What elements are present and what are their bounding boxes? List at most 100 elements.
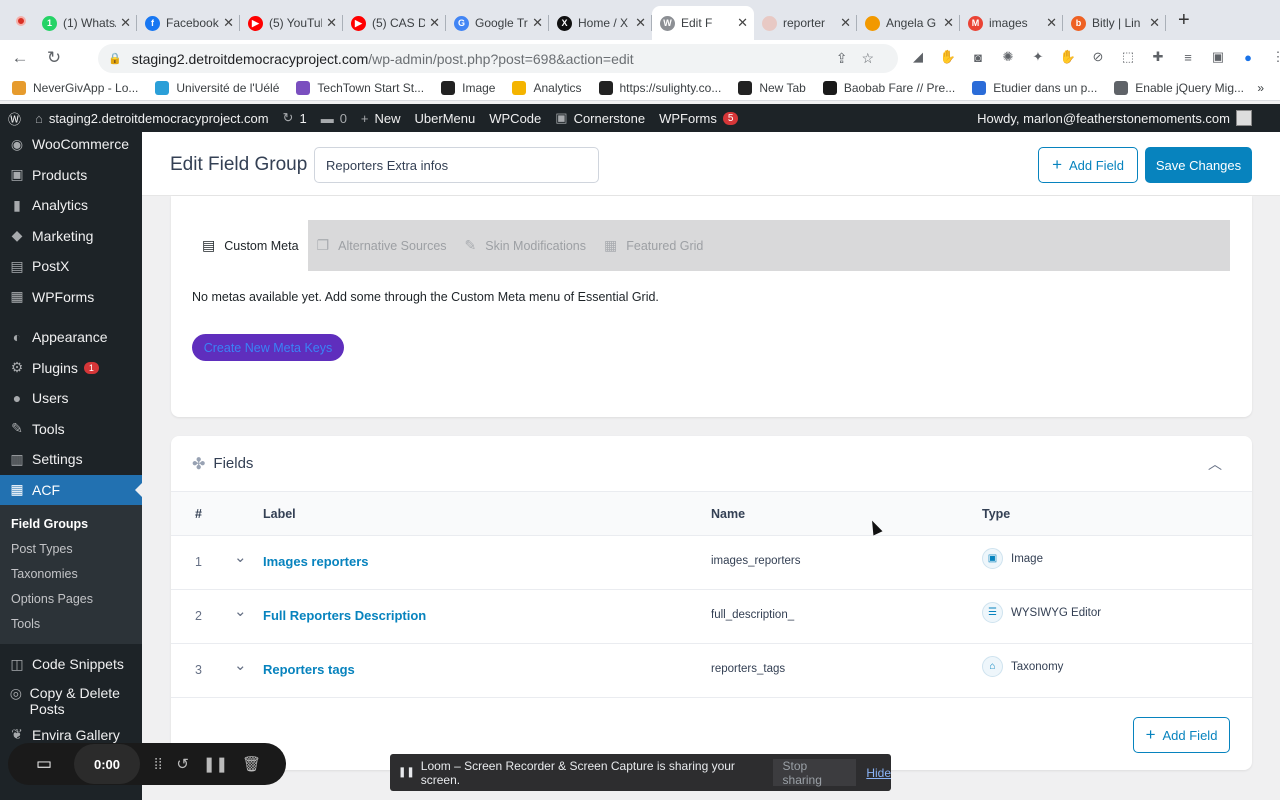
field-group-title-input[interactable] [314,147,599,183]
field-label-link[interactable]: Images reporters [263,554,369,569]
new-link[interactable]: + New [361,111,401,126]
reload-icon[interactable]: ↻ [40,48,68,68]
sidebar-item-copy-delete-posts[interactable]: ◎ Copy & Delete Posts [0,680,142,720]
close-tab-icon[interactable]: ✕ [1046,15,1057,31]
new-tab-icon[interactable]: + [1178,9,1190,32]
share-bookmark-icons[interactable]: ⇪☆ [836,50,888,67]
sidebar-item-plugins[interactable]: ⚙ Plugins 1 [0,353,142,384]
bookmark-item[interactable]: Analytics [512,81,582,95]
submenu-item[interactable]: Tools [0,611,142,636]
close-tab-icon[interactable]: ✕ [429,15,440,31]
grid-handle-icon[interactable]: ⁞⁞ [154,756,162,773]
fields-header[interactable]: ✤ Fields ︿ [171,436,1252,492]
camera-toggle-icon[interactable]: ▭ [24,744,64,784]
bookmark-item[interactable]: Baobab Fare // Pre... [822,81,955,95]
chevron-down-icon[interactable]: ⌄ [234,602,247,620]
bookmark-item[interactable]: https://sulighty.co... [598,81,721,95]
camera-icon[interactable]: ◙ [968,47,988,67]
bookmark-item[interactable]: Université de l'Uélé [155,81,279,95]
close-tab-icon[interactable]: ✕ [326,15,337,31]
bookmark-item[interactable]: Enable jQuery Mig... [1114,81,1244,95]
field-label-link[interactable]: Reporters tags [263,662,355,677]
submenu-item[interactable]: Options Pages [0,586,142,611]
submenu-item[interactable]: Field Groups [0,511,142,536]
submenu-item[interactable]: Taxonomies [0,561,142,586]
close-tab-icon[interactable]: ✕ [840,15,851,31]
profile-icon[interactable]: ● [1238,47,1258,67]
sidebar-item-analytics[interactable]: ▮ Analytics [0,190,142,221]
table-row[interactable]: 1 ⌄ Images reporters images_reporters ▣ Image [171,536,1252,590]
close-tab-icon[interactable]: ✕ [635,15,646,31]
comments-link[interactable]: ▬ 0 [321,111,347,126]
extension-icon[interactable]: ✋ [1058,47,1078,67]
back-icon[interactable]: ← [6,48,34,68]
sidebar-item-users[interactable]: ● Users [0,383,142,414]
browser-tab[interactable]: ▶ (5) YouTube ✕ [240,6,343,40]
sidebar-item-code-snippets[interactable]: ◫ Code Snippets [0,649,142,680]
bookmark-item[interactable]: Etudier dans un p... [972,81,1097,95]
menu-icon[interactable]: ⋮ [1268,47,1280,67]
extension-icon[interactable]: ⬚ [1118,47,1138,67]
sidebar-item-postx[interactable]: ▤ PostX [0,251,142,282]
add-field-button[interactable]: + Add Field [1038,147,1138,183]
field-label-link[interactable]: Full Reporters Description [263,608,426,623]
table-row[interactable]: 3 ⌄ Reporters tags reporters_tags ⌂ Taxonomy [171,644,1252,698]
close-tab-icon[interactable]: ✕ [532,15,543,31]
create-meta-keys-button[interactable]: Create New Meta Keys [192,334,344,361]
extension-icon[interactable]: ⊘ [1088,47,1108,67]
browser-tab[interactable]: Angela G ✕ [857,6,960,40]
extension-icon[interactable]: ✺ [998,47,1018,67]
eg-tab[interactable]: ✎ Skin Modifications [456,220,595,271]
sidebar-item-wpforms[interactable]: ▦ WPForms [0,282,142,313]
browser-tab[interactable]: reporter ✕ [754,6,857,40]
bookmark-item[interactable]: TechTown Start St... [296,81,424,95]
browser-tab[interactable]: Mimages ✕ [960,6,1063,40]
puzzle-icon[interactable]: ✚ [1148,47,1168,67]
close-tab-icon[interactable]: ✕ [223,15,234,31]
address-bar[interactable]: 🔒 staging2.detroitdemocracyproject.com/w… [98,44,898,73]
bookmarks-overflow-icon[interactable]: » [1257,81,1264,95]
submenu-item[interactable]: Post Types [0,536,142,561]
browser-tab[interactable]: G Google Tr ✕ [446,6,549,40]
restart-icon[interactable]: ↺ [176,755,189,773]
sidebar-item-products[interactable]: ▣ Products [0,160,142,191]
bookmark-item[interactable]: Image [441,81,495,95]
sidebar-item-tools[interactable]: ✎ Tools [0,414,142,445]
reading-list-icon[interactable]: ≡ [1178,47,1198,67]
save-changes-button[interactable]: Save Changes [1145,147,1252,183]
wpforms-link[interactable]: WPForms 5 [659,111,739,126]
sidebar-item-appearance[interactable]: ◐ Appearance [0,322,142,353]
sidebar-item-woocommerce[interactable]: ◉ WooCommerce [0,129,142,160]
trash-icon[interactable]: 🗑 [242,755,261,773]
sidebar-item-marketing[interactable]: ◆ Marketing [0,221,142,252]
sidebar-item-settings[interactable]: ▥ Settings [0,444,142,475]
chevron-down-icon[interactable]: ⌄ [234,656,247,674]
browser-tab[interactable]: X Home / X ✕ [549,6,652,40]
account-menu[interactable]: Howdy, marlon@featherstonemoments.com [977,110,1252,126]
add-field-bottom-button[interactable]: + Add Field [1133,717,1230,753]
eg-tab[interactable]: ▤ Custom Meta [192,220,308,271]
bookmark-item[interactable]: NeverGivApp - Lo... [12,81,138,95]
extension-icon[interactable]: ✋ [938,47,958,67]
close-tab-icon[interactable]: ✕ [737,15,748,31]
table-row[interactable]: 2 ⌄ Full Reporters Description full_descrip… [171,590,1252,644]
browser-tab[interactable]: ▶ (5) CAS D ✕ [343,6,446,40]
cornerstone-link[interactable]: ▣ Cornerstone [555,110,645,126]
chevron-down-icon[interactable]: ⌄ [234,548,247,566]
stop-sharing-button[interactable]: Stop sharing [772,759,857,787]
browser-tab[interactable]: f Facebook ✕ [137,6,240,40]
browser-tab[interactable]: 1 (1) WhatsApp ✕ [34,6,137,40]
bookmark-item[interactable]: New Tab [738,81,806,95]
hide-link[interactable]: Hide [866,766,891,780]
updates-link[interactable]: ↻ 1 [283,110,307,126]
sidebar-item-acf[interactable]: ▦ ACF [0,474,142,505]
pause-icon[interactable]: ❚❚ [203,755,228,773]
chevron-up-icon[interactable]: ︿ [1208,454,1222,474]
close-tab-icon[interactable]: ✕ [120,15,131,31]
eg-tab[interactable]: ❐ Alternative Sources [308,220,456,271]
wordpress-logo-icon[interactable]: Ⓦ [8,109,21,128]
close-tab-icon[interactable]: ✕ [943,15,954,31]
site-link[interactable]: ⌂ staging2.detroitdemocracyproject.com [35,111,269,126]
browser-tab[interactable]: b Bitly | Lin ✕ [1063,6,1166,40]
ubermenu-link[interactable]: UberMenu [415,111,476,126]
